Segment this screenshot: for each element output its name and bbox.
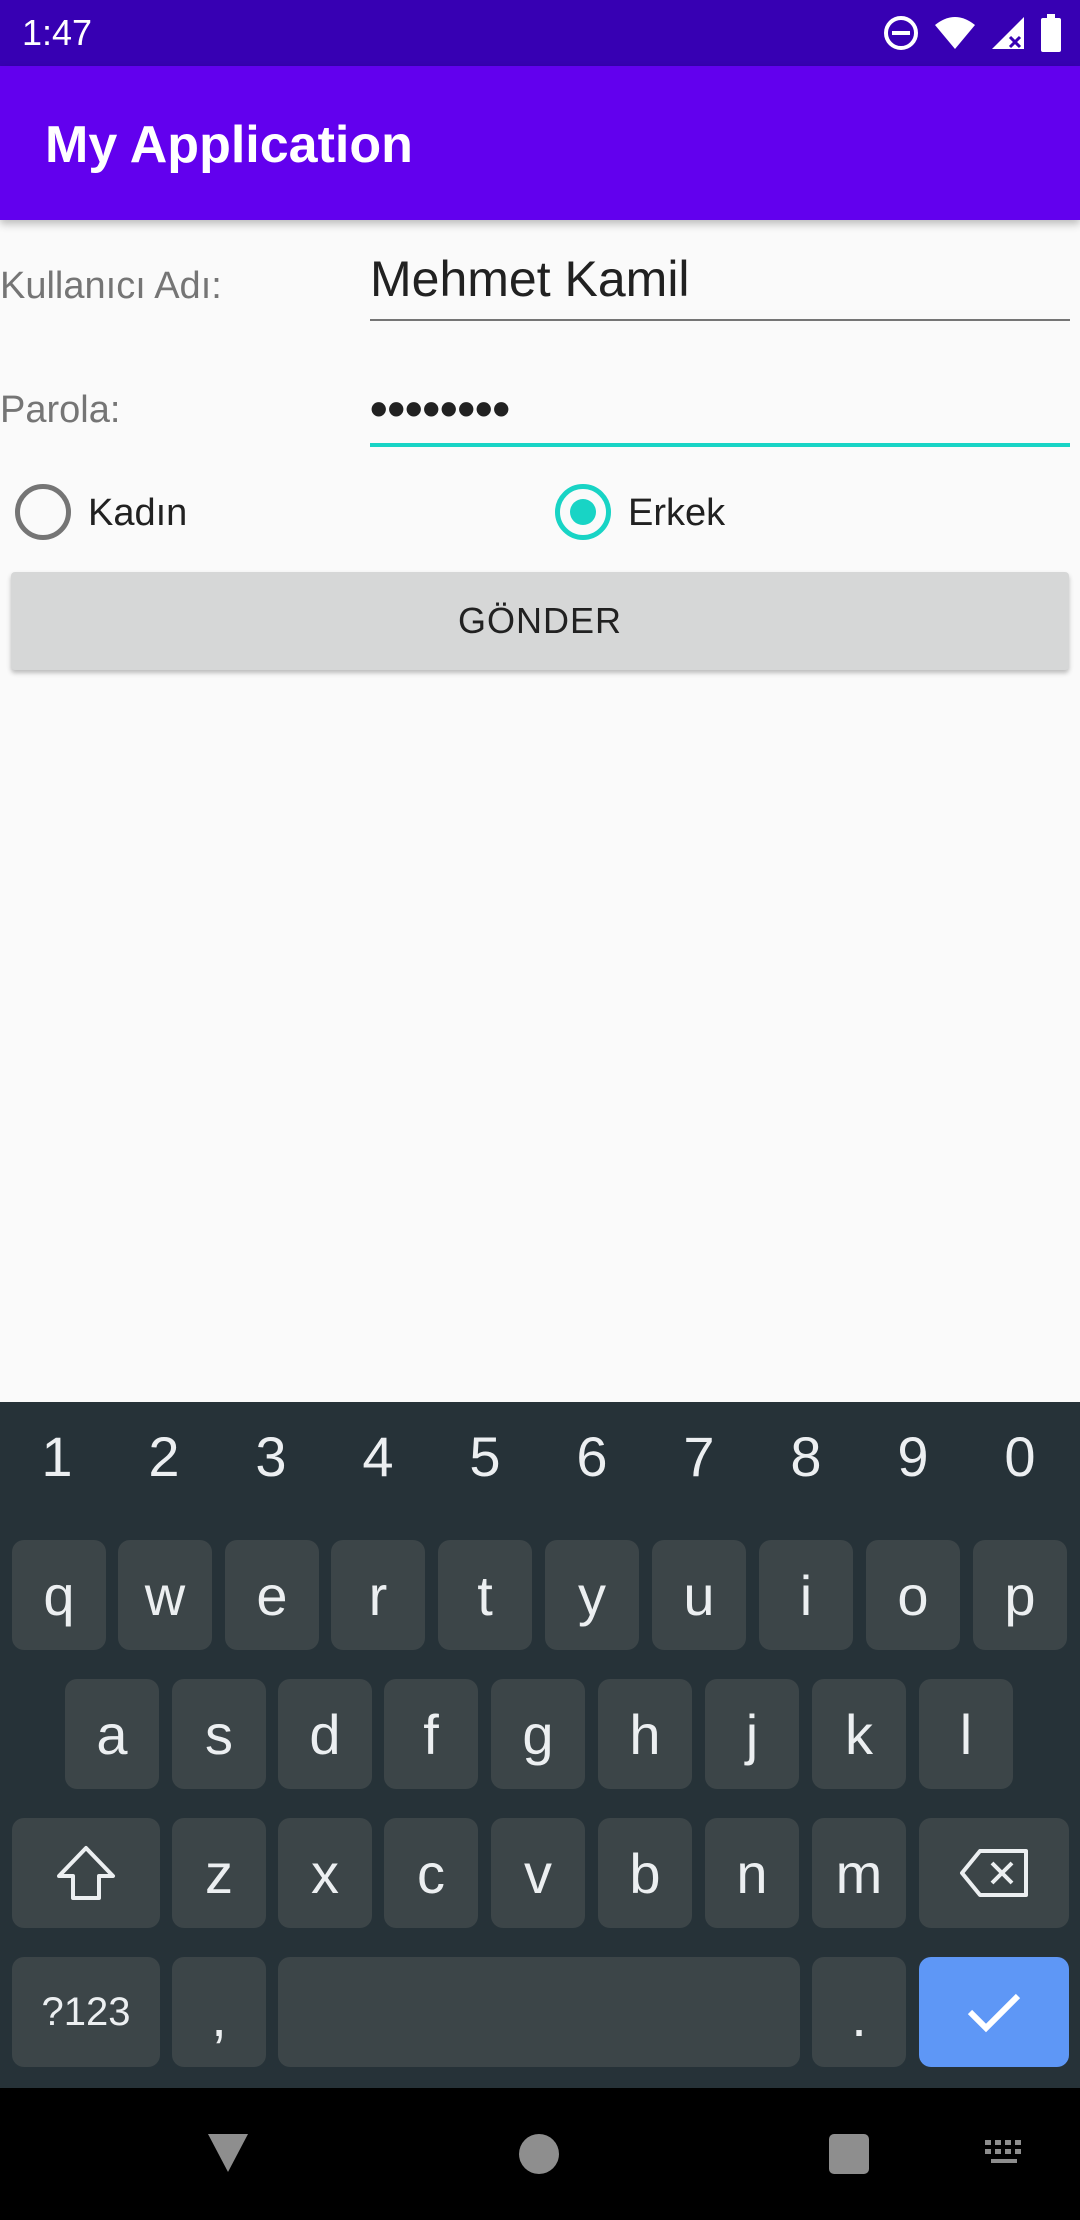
key-6[interactable]: 6 <box>542 1424 642 1489</box>
status-time: 1:47 <box>22 12 93 53</box>
key-1[interactable]: 1 <box>7 1424 107 1489</box>
nav-bar <box>0 2088 1080 2220</box>
key-2[interactable]: 2 <box>114 1424 214 1489</box>
status-bar: 1:47 <box>0 0 1080 66</box>
key-0[interactable]: 0 <box>970 1424 1070 1489</box>
username-input[interactable]: Mehmet Kamil <box>370 250 1070 308</box>
key-i[interactable]: i <box>759 1540 853 1650</box>
period-key[interactable]: . <box>812 1957 906 2067</box>
key-o[interactable]: o <box>866 1540 960 1650</box>
key-v[interactable]: v <box>491 1818 585 1928</box>
app-title: My Application <box>45 116 413 174</box>
recents-icon[interactable] <box>828 2133 870 2175</box>
key-n[interactable]: n <box>705 1818 799 1928</box>
key-u[interactable]: u <box>652 1540 746 1650</box>
key-q[interactable]: q <box>12 1540 106 1650</box>
key-j[interactable]: j <box>705 1679 799 1789</box>
do-not-disturb-icon <box>884 16 918 50</box>
key-s[interactable]: s <box>172 1679 266 1789</box>
key-h[interactable]: h <box>598 1679 692 1789</box>
radio-female[interactable] <box>15 484 71 540</box>
backspace-key[interactable] <box>919 1818 1069 1928</box>
key-y[interactable]: y <box>545 1540 639 1650</box>
radio-female-label[interactable]: Kadın <box>88 492 187 535</box>
key-w[interactable]: w <box>118 1540 212 1650</box>
symbols-key[interactable]: ?123 <box>12 1957 160 2067</box>
key-c[interactable]: c <box>384 1818 478 1928</box>
username-label: Kullanıcı Adı: <box>0 265 222 307</box>
key-k[interactable]: k <box>812 1679 906 1789</box>
keyboard-switch-icon[interactable] <box>983 2138 1029 2170</box>
key-3[interactable]: 3 <box>221 1424 321 1489</box>
key-f[interactable]: f <box>384 1679 478 1789</box>
key-r[interactable]: r <box>331 1540 425 1650</box>
wifi-icon <box>935 17 975 49</box>
radio-male[interactable] <box>555 484 611 540</box>
key-m[interactable]: m <box>812 1818 906 1928</box>
key-x[interactable]: x <box>278 1818 372 1928</box>
key-a[interactable]: a <box>65 1679 159 1789</box>
comma-key[interactable]: , <box>172 1957 266 2067</box>
backspace-icon <box>960 1849 1028 1897</box>
submit-button[interactable]: GÖNDER <box>11 572 1069 670</box>
app-bar: My Application <box>0 66 1080 220</box>
key-8[interactable]: 8 <box>756 1424 856 1489</box>
key-t[interactable]: t <box>438 1540 532 1650</box>
password-underline <box>370 443 1070 447</box>
shift-key[interactable] <box>12 1818 160 1928</box>
shift-icon <box>57 1846 115 1900</box>
status-icons <box>882 12 1062 54</box>
key-7[interactable]: 7 <box>649 1424 749 1489</box>
radio-male-label[interactable]: Erkek <box>628 492 725 535</box>
cellular-signal-icon <box>992 17 1024 49</box>
key-b[interactable]: b <box>598 1818 692 1928</box>
key-9[interactable]: 9 <box>863 1424 963 1489</box>
password-label: Parola: <box>0 389 121 431</box>
space-key[interactable] <box>278 1957 800 2067</box>
keyboard: 1 2 3 4 5 6 7 8 9 0 q w e r t y u i o p … <box>0 1402 1080 2088</box>
back-icon[interactable] <box>205 2131 251 2175</box>
username-underline <box>370 319 1070 321</box>
done-key[interactable] <box>919 1957 1069 2067</box>
checkmark-icon <box>967 1993 1021 2033</box>
key-p[interactable]: p <box>973 1540 1067 1650</box>
key-e[interactable]: e <box>225 1540 319 1650</box>
battery-icon <box>1041 14 1061 52</box>
key-4[interactable]: 4 <box>328 1424 428 1489</box>
key-d[interactable]: d <box>278 1679 372 1789</box>
home-icon[interactable] <box>518 2133 560 2175</box>
key-l[interactable]: l <box>919 1679 1013 1789</box>
password-input[interactable]: •••••••• <box>370 380 1070 438</box>
key-5[interactable]: 5 <box>435 1424 535 1489</box>
key-z[interactable]: z <box>172 1818 266 1928</box>
key-g[interactable]: g <box>491 1679 585 1789</box>
